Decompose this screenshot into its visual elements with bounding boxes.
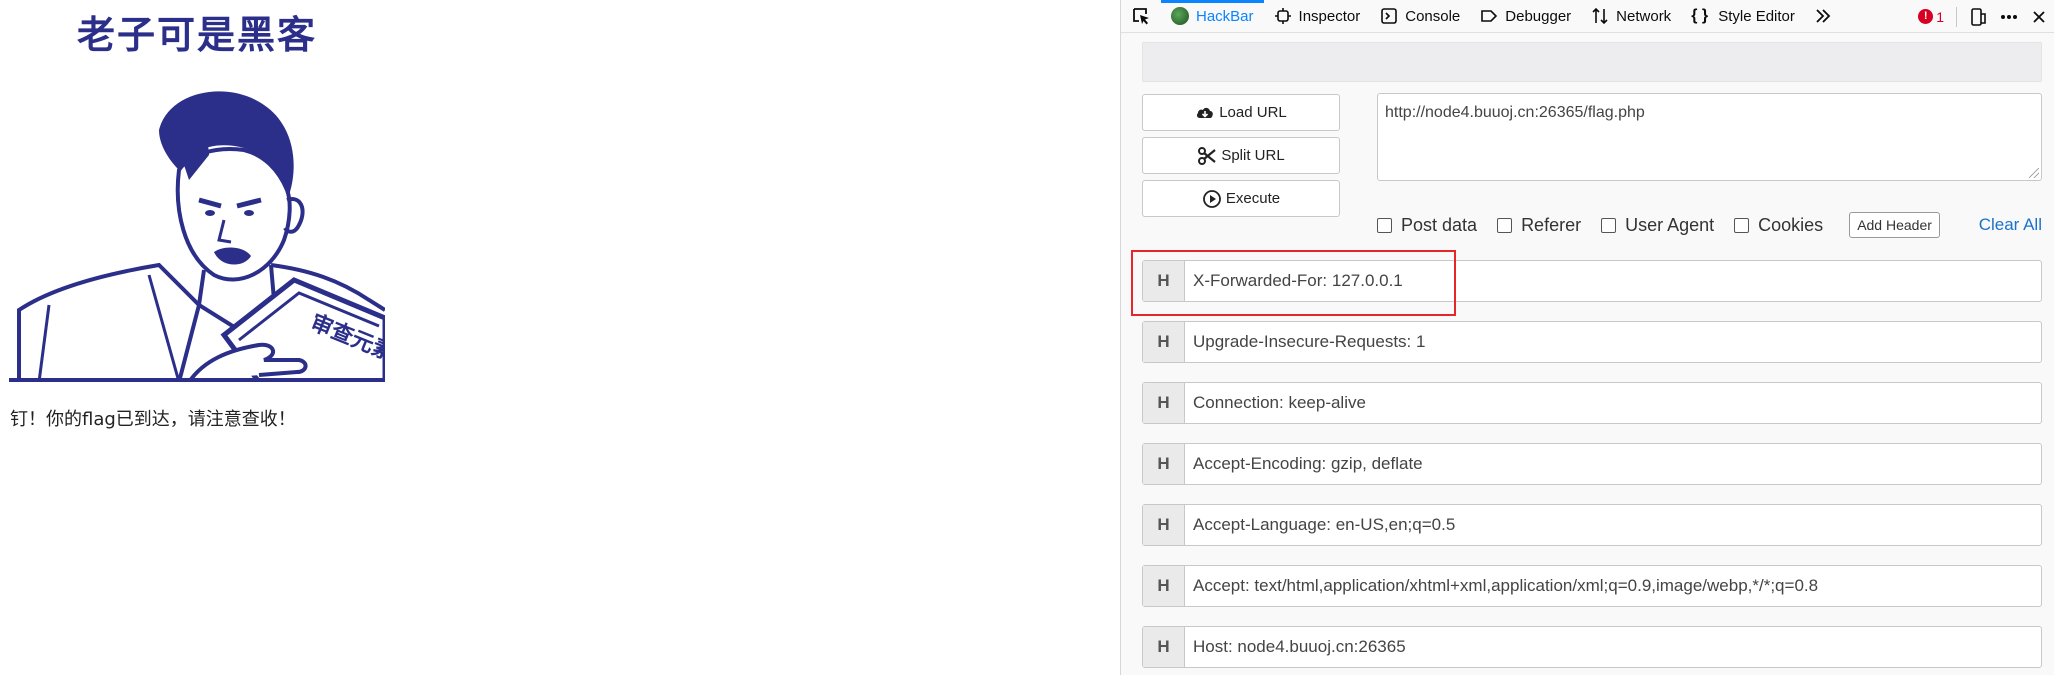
- more-tabs-button[interactable]: [1805, 0, 1841, 33]
- play-circle-icon: [1202, 189, 1221, 208]
- devtools-panel: HackBar Inspector Console Debugger Netwo…: [1120, 0, 2054, 675]
- element-picker-button[interactable]: [1121, 0, 1161, 33]
- post-data-option[interactable]: Post data: [1377, 215, 1477, 236]
- hackbar-top-bar: [1142, 42, 2042, 82]
- hackbar-icon: [1171, 7, 1189, 25]
- referer-option[interactable]: Referer: [1497, 215, 1581, 236]
- cookies-label: Cookies: [1758, 214, 1824, 235]
- header-toggle-button[interactable]: H: [1143, 566, 1185, 606]
- cookies-option[interactable]: Cookies: [1734, 215, 1823, 236]
- tab-network-label: Network: [1616, 7, 1672, 25]
- close-icon[interactable]: [2031, 9, 2047, 25]
- header-input[interactable]: Accept-Encoding: gzip, deflate: [1185, 454, 1423, 474]
- header-row-accept-encoding[interactable]: H Accept-Encoding: gzip, deflate: [1142, 443, 2042, 485]
- user-agent-option[interactable]: User Agent: [1601, 215, 1714, 236]
- header-toggle-button[interactable]: H: [1143, 627, 1185, 667]
- execute-label: Execute: [1225, 190, 1281, 207]
- header-row-upgrade-insecure-requests[interactable]: H Upgrade-Insecure-Requests: 1: [1142, 321, 2042, 363]
- header-row-host[interactable]: H Host: node4.buuoj.cn:26365: [1142, 626, 2042, 668]
- header-toggle-button[interactable]: H: [1143, 383, 1185, 423]
- header-input[interactable]: X-Forwarded-For: 127.0.0.1: [1185, 271, 1403, 291]
- cloud-download-icon: [1197, 107, 1214, 118]
- header-toggle-button[interactable]: H: [1143, 444, 1185, 484]
- tab-hackbar-label: HackBar: [1196, 7, 1254, 25]
- inspector-icon: [1274, 8, 1291, 24]
- flag-message: 钉！你的flag已到达，请注意查收！: [10, 409, 296, 430]
- tab-style-editor-label: Style Editor: [1718, 7, 1795, 25]
- user-agent-label: User Agent: [1625, 214, 1715, 235]
- resize-grip-icon[interactable]: [2029, 168, 2039, 178]
- toolbar-separator: [1956, 6, 1957, 27]
- header-toggle-button[interactable]: H: [1143, 505, 1185, 545]
- header-row-connection[interactable]: H Connection: keep-alive: [1142, 382, 2042, 424]
- post-data-checkbox[interactable]: [1377, 217, 1392, 233]
- referer-checkbox[interactable]: [1497, 217, 1513, 233]
- header-row-accept-language[interactable]: H Accept-Language: en-US,en;q=0.5: [1142, 504, 2042, 546]
- tab-debugger[interactable]: Debugger: [1470, 0, 1581, 33]
- style-editor-icon: { }: [1691, 7, 1709, 24]
- console-icon: [1381, 8, 1398, 24]
- chevron-double-right-icon: [1816, 9, 1831, 23]
- devtools-toolbar: HackBar Inspector Console Debugger Netwo…: [1121, 0, 2054, 33]
- tab-style-editor[interactable]: { } Style Editor: [1681, 0, 1805, 33]
- hackbar-panel: Load URL Split URL Execute http://node4.…: [1121, 34, 2054, 675]
- tab-inspector-label: Inspector: [1298, 7, 1361, 25]
- web-page: 老子可是黑客 审查元素 钉！你的flag已到达，请注意查收！: [0, 0, 1120, 675]
- debugger-icon: [1481, 10, 1498, 22]
- toolbar-right: ! 1: [1918, 0, 2047, 33]
- header-input[interactable]: Host: node4.buuoj.cn:26365: [1185, 637, 1406, 657]
- url-textarea[interactable]: http://node4.buuoj.cn:26365/flag.php: [1377, 93, 2042, 181]
- meme-illustration: 审查元素: [9, 60, 385, 382]
- meme-image: 老子可是黑客 审查元素: [9, 10, 385, 382]
- hackbar-options: Post data Referer User Agent Cookies Add…: [1377, 212, 2042, 238]
- load-url-label: Load URL: [1219, 104, 1287, 121]
- error-icon: !: [1918, 9, 1934, 24]
- split-url-button[interactable]: Split URL: [1142, 137, 1340, 174]
- header-row-x-forwarded-for[interactable]: H X-Forwarded-For: 127.0.0.1: [1142, 260, 2042, 302]
- meme-title: 老子可是黑客: [76, 13, 317, 57]
- header-toggle-button[interactable]: H: [1143, 322, 1185, 362]
- header-input[interactable]: Upgrade-Insecure-Requests: 1: [1185, 332, 1425, 352]
- tab-console-label: Console: [1405, 7, 1461, 25]
- network-icon: [1592, 7, 1608, 25]
- execute-button[interactable]: Execute: [1142, 180, 1340, 217]
- element-picker-icon: [1133, 8, 1149, 25]
- header-toggle-button[interactable]: H: [1143, 261, 1185, 301]
- responsive-design-icon[interactable]: [1969, 7, 1987, 26]
- tab-console[interactable]: Console: [1370, 0, 1470, 33]
- user-agent-checkbox[interactable]: [1601, 217, 1617, 233]
- clear-all-link[interactable]: Clear All: [1979, 215, 2042, 235]
- more-options-icon[interactable]: [1999, 8, 2019, 26]
- header-row-accept[interactable]: H Accept: text/html,application/xhtml+xm…: [1142, 565, 2042, 607]
- tab-inspector[interactable]: Inspector: [1264, 0, 1371, 33]
- scissors-icon: [1198, 146, 1217, 165]
- load-url-button[interactable]: Load URL: [1142, 94, 1340, 131]
- error-count: 1: [1936, 8, 1944, 25]
- post-data-label: Post data: [1401, 214, 1478, 235]
- tab-debugger-label: Debugger: [1505, 7, 1572, 25]
- cookies-checkbox[interactable]: [1734, 217, 1750, 233]
- split-url-label: Split URL: [1221, 147, 1285, 164]
- header-input[interactable]: Accept-Language: en-US,en;q=0.5: [1185, 515, 1455, 535]
- tab-hackbar[interactable]: HackBar: [1161, 0, 1264, 33]
- header-input[interactable]: Accept: text/html,application/xhtml+xml,…: [1185, 576, 1818, 596]
- add-header-button[interactable]: Add Header: [1849, 212, 1940, 238]
- tab-network[interactable]: Network: [1581, 0, 1681, 33]
- error-count-badge[interactable]: ! 1: [1918, 9, 1944, 25]
- referer-label: Referer: [1521, 214, 1582, 235]
- header-input[interactable]: Connection: keep-alive: [1185, 393, 1366, 413]
- url-value: http://node4.buuoj.cn:26365/flag.php: [1385, 104, 1645, 121]
